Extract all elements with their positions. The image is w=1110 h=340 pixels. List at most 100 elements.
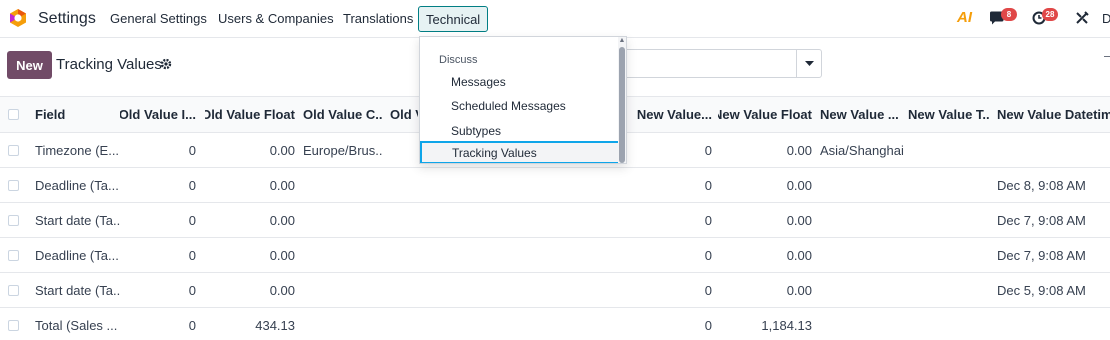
cell-new-datetime <box>997 308 1110 340</box>
cell-old-float: 0.00 <box>269 247 295 263</box>
cell-field: Total (Sales ... <box>35 318 118 333</box>
row-checkbox[interactable] <box>8 320 19 331</box>
column-header-new-char[interactable]: New Value ... <box>820 97 900 132</box>
row-checkbox[interactable] <box>8 180 19 191</box>
new-button[interactable]: New <box>7 51 52 79</box>
gear-icon[interactable] <box>160 58 172 70</box>
app-logo-icon[interactable] <box>8 8 28 28</box>
caret-down-icon <box>804 60 814 66</box>
cell-new-datetime: Dec 5, 9:08 AM <box>997 282 1086 298</box>
dropdown-scrollbar-thumb[interactable] <box>619 47 625 163</box>
column-header-new-datetime[interactable]: New Value Datetime <box>997 97 1110 132</box>
cell-old-int: 0 <box>188 212 196 228</box>
dropdown-section-discuss: Discuss <box>439 54 478 66</box>
column-header-new-int[interactable]: New Value... <box>628 97 712 132</box>
column-header-new-float[interactable]: New Value Float <box>718 97 812 132</box>
user-avatar[interactable]: D <box>1102 11 1110 26</box>
table-row[interactable]: Deadline (Ta... 0 0.00 0 0.00 Dec 8, 9:0… <box>0 168 1110 203</box>
menu-technical[interactable]: Technical <box>418 6 489 32</box>
cell-new-char <box>820 273 904 307</box>
technical-dropdown-menu: Discuss Messages Scheduled Messages Subt… <box>419 36 627 164</box>
row-checkbox[interactable] <box>8 250 19 261</box>
cell-old-int: 0 <box>188 247 196 263</box>
cell-old-float: 434.13 <box>255 318 295 333</box>
page-title: Tracking Values <box>56 56 162 73</box>
cell-old-int: 0 <box>188 142 196 158</box>
cell-new-datetime: Dec 7, 9:08 AM <box>997 247 1086 263</box>
cell-field: Start date (Ta... <box>35 212 120 228</box>
cell-new-datetime <box>997 133 1110 167</box>
cell-field: Deadline (Ta... <box>35 247 119 263</box>
messages-badge: 8 <box>1001 8 1017 21</box>
row-checkbox[interactable] <box>8 285 19 296</box>
cell-new-int: 0 <box>704 318 712 333</box>
row-checkbox[interactable] <box>8 145 19 156</box>
cell-old-float: 0.00 <box>269 142 295 158</box>
cell-old-int: 0 <box>188 318 196 333</box>
cell-field: Timezone (E... <box>35 142 120 158</box>
cell-new-datetime: Dec 7, 9:08 AM <box>997 212 1086 228</box>
top-navbar: Settings General Settings Users & Compan… <box>0 0 1110 38</box>
search-input[interactable] <box>620 49 796 78</box>
search-options-toggle[interactable] <box>796 49 822 78</box>
ai-icon[interactable]: AI <box>957 9 972 26</box>
cell-new-float: 0.00 <box>786 247 812 263</box>
cell-new-char <box>820 203 904 237</box>
dropdown-item-scheduled-messages[interactable]: Scheduled Messages <box>420 94 620 117</box>
cell-new-char: Asia/Shanghai <box>820 142 904 158</box>
cell-field: Start date (Ta... <box>35 282 120 298</box>
dropdown-item-tracking-values[interactable]: Tracking Values <box>420 141 621 163</box>
cell-old-char <box>303 203 383 237</box>
activities-badge: 28 <box>1042 8 1058 21</box>
cell-old-float: 0.00 <box>269 282 295 298</box>
dropdown-item-subtypes[interactable]: Subtypes <box>420 119 620 142</box>
column-header-old-int[interactable]: Old Value I... <box>120 97 196 132</box>
cell-old-char <box>303 238 383 272</box>
cell-field: Deadline (Ta... <box>35 177 119 193</box>
cell-new-int: 0 <box>704 212 712 228</box>
clock-icon[interactable]: 28 <box>1032 8 1058 28</box>
cell-new-float: 0.00 <box>786 282 812 298</box>
table-row[interactable]: Start date (Ta... 0 0.00 0 0.00 Dec 7, 9… <box>0 203 1110 238</box>
cell-new-datetime: Dec 8, 9:08 AM <box>997 177 1086 193</box>
table-row[interactable]: Deadline (Ta... 0 0.00 0 0.00 Dec 7, 9:0… <box>0 238 1110 273</box>
menu-general-settings[interactable]: General Settings <box>110 11 207 26</box>
cell-new-char <box>820 308 904 340</box>
table-row[interactable]: Start date (Ta... 0 0.00 0 0.00 Dec 5, 9… <box>0 273 1110 308</box>
row-checkbox[interactable] <box>8 215 19 226</box>
column-header-field[interactable]: Field <box>35 97 120 132</box>
cell-new-int: 0 <box>704 177 712 193</box>
toolbar-edge-mark <box>1104 56 1110 57</box>
cell-old-char <box>303 273 383 307</box>
cell-new-float: 1,184.13 <box>761 318 812 333</box>
cell-new-float: 0.00 <box>786 142 812 158</box>
dropdown-item-messages[interactable]: Messages <box>420 70 620 93</box>
cell-old-char <box>303 308 383 340</box>
cell-old-char: Europe/Brus... <box>303 142 383 158</box>
chat-icon[interactable]: 8 <box>989 8 1017 29</box>
cell-old-float: 0.00 <box>269 177 295 193</box>
select-all-checkbox[interactable] <box>8 109 19 120</box>
tools-icon[interactable] <box>1075 11 1089 28</box>
column-header-new-text[interactable]: New Value T... <box>908 97 990 132</box>
cell-new-int: 0 <box>704 247 712 263</box>
cell-old-char <box>303 168 383 202</box>
menu-translations[interactable]: Translations <box>343 11 413 26</box>
cell-new-float: 0.00 <box>786 212 812 228</box>
cell-new-char <box>820 168 904 202</box>
app-name[interactable]: Settings <box>38 10 96 28</box>
cell-new-int: 0 <box>704 142 712 158</box>
table-row[interactable]: Total (Sales ... 0 434.13 0 1,184.13 <box>0 308 1110 340</box>
column-header-old-text[interactable]: Old V <box>390 97 418 132</box>
column-header-old-float[interactable]: Old Value Float <box>205 97 295 132</box>
cell-new-int: 0 <box>704 282 712 298</box>
column-header-old-char[interactable]: Old Value C... <box>303 97 383 132</box>
menu-users-companies[interactable]: Users & Companies <box>218 11 334 26</box>
cell-old-int: 0 <box>188 177 196 193</box>
cell-new-char <box>820 238 904 272</box>
cell-old-int: 0 <box>188 282 196 298</box>
cell-new-float: 0.00 <box>786 177 812 193</box>
scroll-up-arrow-icon[interactable]: ▲ <box>618 37 626 45</box>
cell-old-float: 0.00 <box>269 212 295 228</box>
dropdown-scrollbar[interactable]: ▲ <box>618 37 626 163</box>
